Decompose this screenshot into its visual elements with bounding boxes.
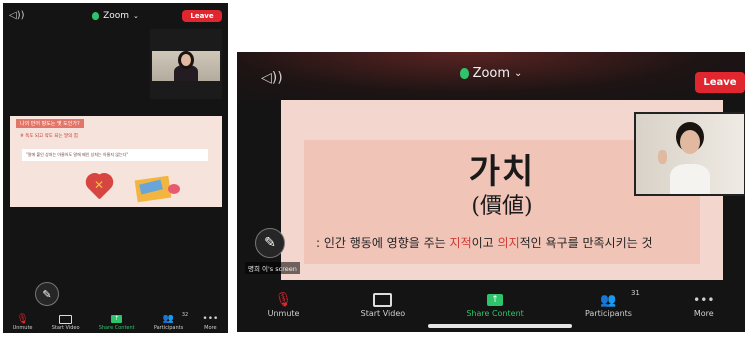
- top-bar: ◁)) Zoom ⌄ Leave: [237, 52, 745, 100]
- slide-tag: 나의 만어 팡도는 몇 도인가?: [16, 119, 84, 128]
- video-feed: [152, 51, 220, 81]
- participants-label: Participants: [584, 309, 632, 318]
- participants-label: Participants: [153, 325, 184, 331]
- slide-subtitle: # 독도 되고 약도 되는 말의 힘: [20, 134, 78, 139]
- app-title: Zoom: [103, 11, 130, 21]
- share-content-label: Share Content: [466, 309, 524, 318]
- pen-icon: ✎: [264, 235, 276, 251]
- right-phone-screen: ◁)) Zoom ⌄ Leave 가치 (價値) : 인간 행동에 영향을 주는…: [237, 52, 745, 332]
- definition-text: 이고: [471, 236, 498, 250]
- video-off-icon: [373, 291, 393, 309]
- leave-button[interactable]: Leave: [695, 72, 745, 93]
- pen-icon: ✎: [42, 287, 52, 301]
- more-button[interactable]: ••• More: [693, 291, 714, 318]
- shared-slide: 나의 만어 팡도는 몇 도인가? # 독도 되고 약도 되는 말의 힘 "말에 …: [10, 116, 222, 207]
- definition-text: : 인간 행동에 영향을 주는: [316, 236, 450, 250]
- self-video-thumbnail[interactable]: [150, 29, 222, 99]
- start-video-button[interactable]: Start Video: [360, 291, 406, 318]
- speaker-video-thumbnail[interactable]: [634, 112, 745, 196]
- more-icon: •••: [693, 293, 715, 307]
- participants-icon: 👥: [162, 314, 175, 324]
- leave-button[interactable]: Leave: [182, 10, 222, 22]
- share-content-label: Share Content: [98, 325, 135, 331]
- participants-icon: 👥: [600, 292, 617, 308]
- screen-owner-label: 명희 이's screen: [245, 262, 300, 274]
- mic-off-icon: 🎙: [16, 313, 29, 325]
- more-button[interactable]: ••• More: [202, 313, 218, 331]
- shield-icon: [92, 12, 100, 20]
- participants-button[interactable]: 👥 31 Participants: [584, 289, 640, 318]
- participants-count: 32: [181, 312, 189, 318]
- share-content-button[interactable]: ↑ Share Content: [466, 291, 524, 318]
- speaker-icon[interactable]: ◁)): [9, 10, 25, 21]
- person-hand: [658, 150, 667, 164]
- slide-definition: : 인간 행동에 영향을 주는 지적이고 의지적인 욕구를 만족시키는 것: [316, 234, 653, 251]
- unmute-button[interactable]: 🎙 Unmute: [268, 291, 300, 318]
- heart-cross-icon: ✕: [94, 178, 105, 192]
- highlight-will: 의지: [497, 236, 520, 250]
- participants-count: 31: [630, 289, 640, 297]
- unmute-button[interactable]: 🎙 Unmute: [12, 313, 33, 332]
- unmute-label: Unmute: [267, 309, 300, 318]
- meeting-toolbar: 🎙 Unmute Start Video ↑ Share Content 👥 3…: [3, 301, 228, 333]
- person-face: [680, 130, 700, 154]
- highlight-intellectual: 지적: [449, 236, 472, 250]
- meeting-title[interactable]: Zoom ⌄: [459, 65, 523, 81]
- home-indicator[interactable]: [428, 324, 572, 328]
- share-icon: ↑: [111, 313, 123, 325]
- more-label: More: [204, 325, 217, 331]
- app-title: Zoom: [472, 65, 511, 81]
- video-off-icon: [59, 313, 73, 325]
- person-face: [181, 54, 191, 66]
- share-icon: ↑: [487, 291, 504, 309]
- speech-bubble-icon: [168, 184, 180, 194]
- more-label: More: [693, 309, 714, 318]
- unmute-label: Unmute: [12, 325, 33, 331]
- start-video-button[interactable]: Start Video: [52, 313, 80, 331]
- share-content-button[interactable]: ↑ Share Content: [99, 313, 135, 331]
- start-video-label: Start Video: [51, 325, 80, 331]
- shield-icon: [459, 67, 469, 79]
- start-video-label: Start Video: [360, 309, 406, 318]
- top-bar: ◁)) Zoom ⌄ Leave: [3, 3, 228, 29]
- slide-quote: "말에 붙인 상처는 아물어도 말에 베인 상처는 아물지 않는다": [22, 149, 208, 161]
- mic-off-icon: 🎙: [274, 292, 293, 308]
- speaker-icon[interactable]: ◁)): [261, 70, 283, 86]
- annotate-pen-button[interactable]: ✎: [255, 228, 285, 258]
- meeting-title[interactable]: Zoom ⌄: [92, 11, 139, 21]
- person-body: [670, 164, 710, 194]
- chevron-down-icon: ⌄: [133, 12, 139, 20]
- chevron-down-icon: ⌄: [514, 67, 523, 79]
- definition-text: 적인 욕구를 만족시키는 것: [519, 236, 653, 250]
- left-phone-screen: ◁)) Zoom ⌄ Leave 나의 만어 팡도는 몇 도인가? # 독도 되…: [3, 3, 228, 333]
- more-icon: •••: [202, 314, 219, 324]
- participants-button[interactable]: 👥 32 Participants: [153, 312, 188, 331]
